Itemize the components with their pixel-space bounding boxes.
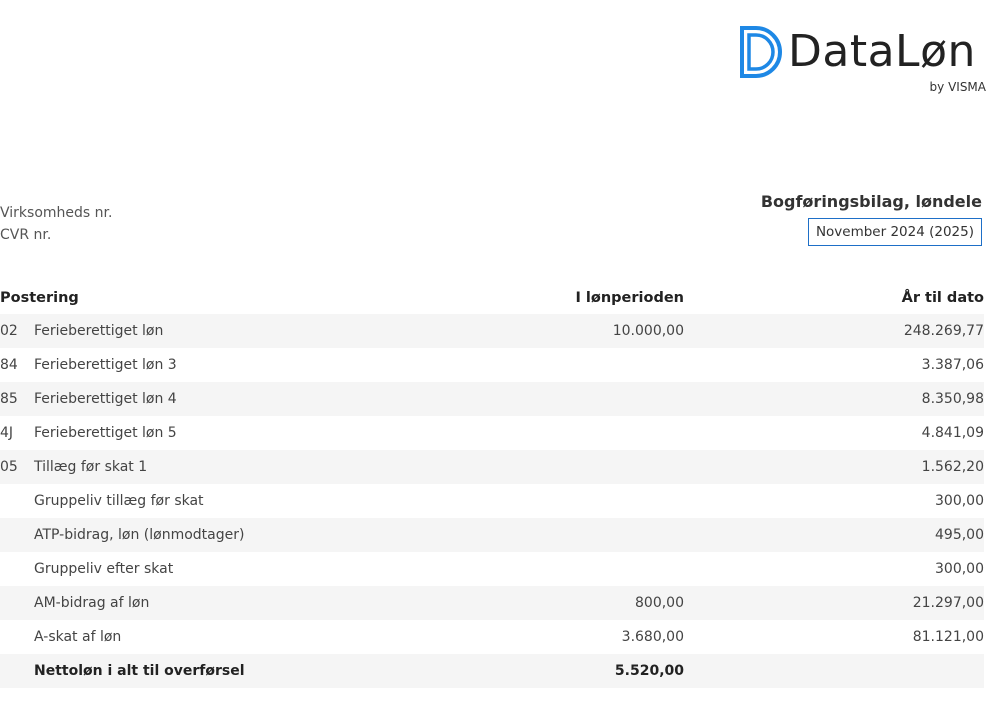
table-row: ATP-bidrag, løn (lønmodtager) 495,00 <box>0 518 984 552</box>
posting-cell: ATP-bidrag, løn (lønmodtager) <box>0 527 484 543</box>
table-header: Postering I lønperioden År til dato <box>0 282 984 314</box>
posting-description: Ferieberettiget løn 5 <box>34 425 177 441</box>
ytd-amount: 21.297,00 <box>912 595 984 611</box>
posting-description: ATP-bidrag, løn (lønmodtager) <box>34 527 245 543</box>
ytd-amount: 300,00 <box>935 493 984 509</box>
posting-code <box>0 493 34 509</box>
posting-description: Nettoløn i alt til overførsel <box>34 663 245 679</box>
total-row: Nettoløn i alt til overførsel 5.520,00 <box>0 654 984 688</box>
posting-description: AM-bidrag af løn <box>34 595 150 611</box>
posting-code <box>0 595 34 611</box>
posting-description: Gruppeliv tillæg før skat <box>34 493 204 509</box>
posting-code <box>0 527 34 543</box>
datalon-logo-mark-icon <box>740 26 782 78</box>
posting-cell: 84 Ferieberettiget løn 3 <box>0 357 484 373</box>
header-ytd: År til dato <box>901 290 984 306</box>
posting-code: 4J <box>0 425 14 441</box>
posting-code: 84 <box>0 357 18 373</box>
ytd-amount: 3.387,06 <box>921 357 984 373</box>
posting-description: Ferieberettiget løn 4 <box>34 391 177 407</box>
posting-cell: AM-bidrag af løn <box>0 595 484 611</box>
posting-code: 02 <box>0 323 18 339</box>
posting-cell: Gruppeliv efter skat <box>0 561 484 577</box>
posting-description: Tillæg før skat 1 <box>34 459 148 475</box>
table-row: 84 Ferieberettiget løn 3 3.387,06 <box>0 348 984 382</box>
voucher-title: Bogføringsbilag, løndele <box>760 192 982 211</box>
period-amount: 3.680,00 <box>621 629 684 645</box>
posting-cell: 85 Ferieberettiget løn 4 <box>0 391 484 407</box>
posting-cell: 02 Ferieberettiget løn <box>0 323 484 339</box>
posting-code <box>0 561 34 577</box>
logo-wordmark: DataLøn <box>788 26 976 77</box>
table-row: A-skat af løn 3.680,00 81.121,00 <box>0 620 984 654</box>
ytd-amount: 248.269,77 <box>903 323 984 339</box>
posting-cell: 05 Tillæg før skat 1 <box>0 459 484 475</box>
table-row: 05 Tillæg før skat 1 1.562,20 <box>0 450 984 484</box>
ytd-amount: 8.350,98 <box>921 391 984 407</box>
voucher-header: Bogføringsbilag, løndele November 2024 (… <box>761 192 982 246</box>
posting-cell: Nettoløn i alt til overførsel <box>0 663 484 679</box>
ytd-amount: 81.121,00 <box>912 629 984 645</box>
period-badge: November 2024 (2025) <box>807 218 982 246</box>
header-posting: Postering <box>0 290 79 306</box>
company-info: Virksomheds nr. CVR nr. <box>0 202 112 246</box>
posting-code: 05 <box>0 459 18 475</box>
posting-description: Ferieberettiget løn <box>34 323 164 339</box>
table-body: 02 Ferieberettiget løn 10.000,00 248.269,77… <box>0 314 984 688</box>
posting-description: Ferieberettiget løn 3 <box>34 357 177 373</box>
posting-cell: A-skat af løn <box>0 629 484 645</box>
posting-description: Gruppeliv efter skat <box>34 561 174 577</box>
posting-code: 85 <box>0 391 18 407</box>
posting-cell: 4J Ferieberettiget løn 5 <box>0 425 484 441</box>
table-row: 02 Ferieberettiget løn 10.000,00 248.269,77 <box>0 314 984 348</box>
business-number-label: Virksomheds nr. <box>0 205 113 221</box>
table-row: Gruppeliv tillæg før skat 300,00 <box>0 484 984 518</box>
period-amount: 5.520,00 <box>614 663 684 679</box>
period-amount: 10.000,00 <box>612 323 684 339</box>
table-row: 85 Ferieberettiget løn 4 8.350,98 <box>0 382 984 416</box>
posting-description: A-skat af løn <box>34 629 122 645</box>
table-row: Gruppeliv efter skat 300,00 <box>0 552 984 586</box>
ledger-table: Postering I lønperioden År til dato 02 Fe… <box>0 282 984 688</box>
posting-code <box>0 629 34 645</box>
header-period: I lønperioden <box>575 290 684 306</box>
posting-code <box>0 663 34 679</box>
ytd-amount: 1.562,20 <box>921 459 984 475</box>
ytd-amount: 4.841,09 <box>921 425 984 441</box>
ytd-amount: 495,00 <box>935 527 984 543</box>
logo-byline: by VISMA <box>929 80 986 94</box>
posting-cell: Gruppeliv tillæg før skat <box>0 493 484 509</box>
cvr-number-label: CVR nr. <box>0 227 52 243</box>
datalon-logo: DataLøn by VISMA <box>736 24 986 104</box>
table-row: 4J Ferieberettiget løn 5 4.841,09 <box>0 416 984 450</box>
ytd-amount: 300,00 <box>935 561 984 577</box>
table-row: AM-bidrag af løn 800,00 21.297,00 <box>0 586 984 620</box>
period-amount: 800,00 <box>635 595 684 611</box>
